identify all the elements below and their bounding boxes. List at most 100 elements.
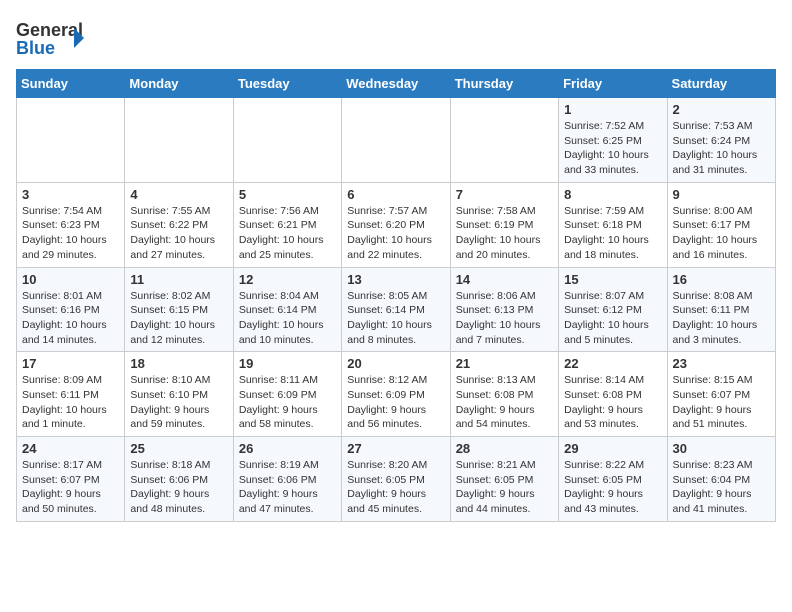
calendar-cell: 23 Sunrise: 8:15 AMSunset: 6:07 PMDayligh…	[667, 352, 775, 437]
day-number: 10	[22, 272, 119, 287]
day-number: 12	[239, 272, 336, 287]
day-info: Sunrise: 8:21 AMSunset: 6:05 PMDaylight:…	[456, 458, 553, 517]
day-number: 25	[130, 441, 227, 456]
calendar-cell: 28Sunrise: 8:21 AMSunset: 6:05 PMDayligh…	[450, 437, 558, 522]
day-number: 7	[456, 187, 553, 202]
calendar-cell: 11 Sunrise: 8:02 AMSunset: 6:15 PMDayligh…	[125, 267, 233, 352]
day-info: Sunrise: 8:17 AMSunset: 6:07 PMDaylight:…	[22, 458, 119, 517]
day-info: Sunrise: 8:15 AMSunset: 6:07 PMDaylight:…	[673, 373, 770, 432]
calendar-cell: 20 Sunrise: 8:12 AMSunset: 6:09 PMDayligh…	[342, 352, 450, 437]
day-number: 6	[347, 187, 444, 202]
calendar-cell	[125, 98, 233, 183]
weekday-header-sunday: Sunday	[17, 70, 125, 98]
calendar-week-4: 17 Sunrise: 8:09 AMSunset: 6:11 PMDayligh…	[17, 352, 776, 437]
calendar-cell: 15Sunrise: 8:07 AMSunset: 6:12 PMDayligh…	[559, 267, 667, 352]
day-number: 17	[22, 356, 119, 371]
calendar-cell: 8 Sunrise: 7:59 AMSunset: 6:18 PMDaylight…	[559, 182, 667, 267]
day-info: Sunrise: 8:02 AMSunset: 6:15 PMDaylight:…	[130, 289, 227, 348]
day-number: 11	[130, 272, 227, 287]
day-number: 30	[673, 441, 770, 456]
calendar-cell	[233, 98, 341, 183]
calendar-table: SundayMondayTuesdayWednesdayThursdayFrid…	[16, 69, 776, 522]
day-info: Sunrise: 7:58 AMSunset: 6:19 PMDaylight:…	[456, 204, 553, 263]
calendar-cell: 17 Sunrise: 8:09 AMSunset: 6:11 PMDayligh…	[17, 352, 125, 437]
calendar-week-5: 24 Sunrise: 8:17 AMSunset: 6:07 PMDayligh…	[17, 437, 776, 522]
weekday-header-row: SundayMondayTuesdayWednesdayThursdayFrid…	[17, 70, 776, 98]
weekday-header-saturday: Saturday	[667, 70, 775, 98]
day-info: Sunrise: 8:12 AMSunset: 6:09 PMDaylight:…	[347, 373, 444, 432]
day-number: 5	[239, 187, 336, 202]
day-info: Sunrise: 7:59 AMSunset: 6:18 PMDaylight:…	[564, 204, 661, 263]
day-info: Sunrise: 7:56 AMSunset: 6:21 PMDaylight:…	[239, 204, 336, 263]
logo: GeneralBlue	[16, 16, 86, 61]
day-info: Sunrise: 8:00 AMSunset: 6:17 PMDaylight:…	[673, 204, 770, 263]
day-number: 8	[564, 187, 661, 202]
day-number: 29	[564, 441, 661, 456]
calendar-cell: 4 Sunrise: 7:55 AMSunset: 6:22 PMDaylight…	[125, 182, 233, 267]
day-info: Sunrise: 8:01 AMSunset: 6:16 PMDaylight:…	[22, 289, 119, 348]
page-header: GeneralBlue	[16, 16, 776, 61]
day-number: 23	[673, 356, 770, 371]
weekday-header-monday: Monday	[125, 70, 233, 98]
day-number: 9	[673, 187, 770, 202]
calendar-cell: 25 Sunrise: 8:18 AMSunset: 6:06 PMDayligh…	[125, 437, 233, 522]
day-info: Sunrise: 8:20 AMSunset: 6:05 PMDaylight:…	[347, 458, 444, 517]
calendar-cell: 3 Sunrise: 7:54 AMSunset: 6:23 PMDaylight…	[17, 182, 125, 267]
day-number: 15	[564, 272, 661, 287]
day-info: Sunrise: 8:13 AMSunset: 6:08 PMDaylight:…	[456, 373, 553, 432]
calendar-cell: 9 Sunrise: 8:00 AMSunset: 6:17 PMDaylight…	[667, 182, 775, 267]
day-number: 24	[22, 441, 119, 456]
calendar-week-3: 10 Sunrise: 8:01 AMSunset: 6:16 PMDayligh…	[17, 267, 776, 352]
calendar-week-1: 1Sunrise: 7:52 AMSunset: 6:25 PMDaylight…	[17, 98, 776, 183]
day-number: 20	[347, 356, 444, 371]
calendar-cell: 19 Sunrise: 8:11 AMSunset: 6:09 PMDayligh…	[233, 352, 341, 437]
day-number: 22	[564, 356, 661, 371]
day-info: Sunrise: 7:55 AMSunset: 6:22 PMDaylight:…	[130, 204, 227, 263]
calendar-cell: 27Sunrise: 8:20 AMSunset: 6:05 PMDayligh…	[342, 437, 450, 522]
calendar-week-2: 3 Sunrise: 7:54 AMSunset: 6:23 PMDaylight…	[17, 182, 776, 267]
day-info: Sunrise: 8:05 AMSunset: 6:14 PMDaylight:…	[347, 289, 444, 348]
day-number: 18	[130, 356, 227, 371]
day-number: 16	[673, 272, 770, 287]
day-info: Sunrise: 8:09 AMSunset: 6:11 PMDaylight:…	[22, 373, 119, 432]
day-number: 19	[239, 356, 336, 371]
day-number: 21	[456, 356, 553, 371]
day-number: 14	[456, 272, 553, 287]
calendar-cell: 1Sunrise: 7:52 AMSunset: 6:25 PMDaylight…	[559, 98, 667, 183]
calendar-cell: 7 Sunrise: 7:58 AMSunset: 6:19 PMDaylight…	[450, 182, 558, 267]
calendar-cell: 2 Sunrise: 7:53 AMSunset: 6:24 PMDaylight…	[667, 98, 775, 183]
svg-text:General: General	[16, 20, 83, 40]
weekday-header-thursday: Thursday	[450, 70, 558, 98]
weekday-header-wednesday: Wednesday	[342, 70, 450, 98]
day-info: Sunrise: 8:23 AMSunset: 6:04 PMDaylight:…	[673, 458, 770, 517]
calendar-cell: 10 Sunrise: 8:01 AMSunset: 6:16 PMDayligh…	[17, 267, 125, 352]
day-info: Sunrise: 8:06 AMSunset: 6:13 PMDaylight:…	[456, 289, 553, 348]
day-number: 3	[22, 187, 119, 202]
calendar-body: 1Sunrise: 7:52 AMSunset: 6:25 PMDaylight…	[17, 98, 776, 522]
calendar-cell: 30 Sunrise: 8:23 AMSunset: 6:04 PMDayligh…	[667, 437, 775, 522]
calendar-cell: 5 Sunrise: 7:56 AMSunset: 6:21 PMDaylight…	[233, 182, 341, 267]
calendar-cell	[17, 98, 125, 183]
day-info: Sunrise: 8:22 AMSunset: 6:05 PMDaylight:…	[564, 458, 661, 517]
day-info: Sunrise: 7:53 AMSunset: 6:24 PMDaylight:…	[673, 119, 770, 178]
calendar-cell: 26Sunrise: 8:19 AMSunset: 6:06 PMDayligh…	[233, 437, 341, 522]
calendar-cell	[342, 98, 450, 183]
calendar-cell: 16 Sunrise: 8:08 AMSunset: 6:11 PMDayligh…	[667, 267, 775, 352]
calendar-cell: 29 Sunrise: 8:22 AMSunset: 6:05 PMDayligh…	[559, 437, 667, 522]
day-info: Sunrise: 8:19 AMSunset: 6:06 PMDaylight:…	[239, 458, 336, 517]
day-number: 4	[130, 187, 227, 202]
weekday-header-tuesday: Tuesday	[233, 70, 341, 98]
day-info: Sunrise: 8:08 AMSunset: 6:11 PMDaylight:…	[673, 289, 770, 348]
day-number: 2	[673, 102, 770, 117]
day-info: Sunrise: 8:10 AMSunset: 6:10 PMDaylight:…	[130, 373, 227, 432]
calendar-cell: 12 Sunrise: 8:04 AMSunset: 6:14 PMDayligh…	[233, 267, 341, 352]
calendar-cell: 14 Sunrise: 8:06 AMSunset: 6:13 PMDayligh…	[450, 267, 558, 352]
day-info: Sunrise: 7:57 AMSunset: 6:20 PMDaylight:…	[347, 204, 444, 263]
calendar-cell: 13Sunrise: 8:05 AMSunset: 6:14 PMDayligh…	[342, 267, 450, 352]
weekday-header-friday: Friday	[559, 70, 667, 98]
day-info: Sunrise: 8:04 AMSunset: 6:14 PMDaylight:…	[239, 289, 336, 348]
day-info: Sunrise: 8:11 AMSunset: 6:09 PMDaylight:…	[239, 373, 336, 432]
day-info: Sunrise: 8:18 AMSunset: 6:06 PMDaylight:…	[130, 458, 227, 517]
day-info: Sunrise: 7:52 AMSunset: 6:25 PMDaylight:…	[564, 119, 661, 178]
day-info: Sunrise: 7:54 AMSunset: 6:23 PMDaylight:…	[22, 204, 119, 263]
